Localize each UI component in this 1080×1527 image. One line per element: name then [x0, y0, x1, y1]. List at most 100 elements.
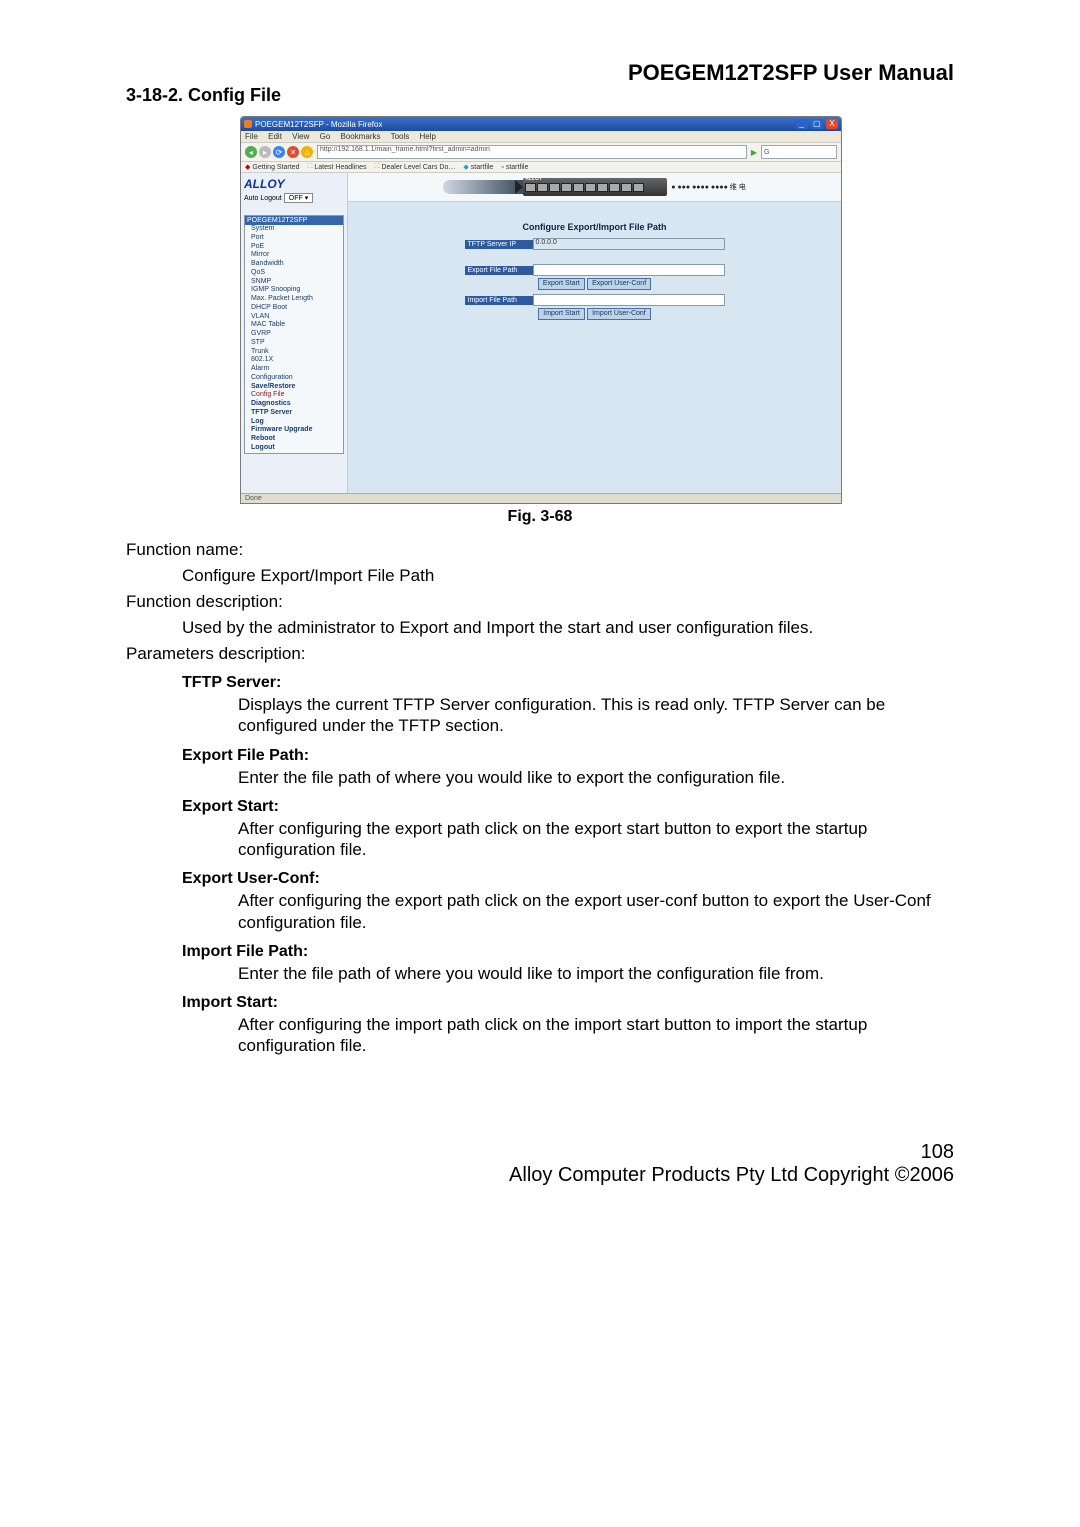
search-box[interactable]: G: [761, 145, 837, 159]
figure-caption: Fig. 3-68: [126, 508, 954, 526]
manual-page: POEGEM12T2SFP User Manual 3-18-2. Config…: [0, 0, 1080, 1527]
nav-max-packet[interactable]: Max. Packet Length: [245, 295, 343, 304]
param-export-start-desc: After configuring the export path click …: [238, 818, 954, 861]
function-name-label: Function name:: [126, 540, 954, 560]
nav-alarm[interactable]: Alarm: [245, 365, 343, 374]
nav-reboot[interactable]: Reboot: [245, 435, 343, 444]
import-start-button[interactable]: Import Start: [538, 308, 585, 320]
import-user-conf-button[interactable]: Import User-Conf: [587, 308, 651, 320]
function-desc-value: Used by the administrator to Export and …: [182, 618, 954, 638]
nav-trunk[interactable]: Trunk: [245, 348, 343, 357]
go-icon[interactable]: ▶: [751, 148, 757, 157]
menu-bar: File Edit View Go Bookmarks Tools Help: [241, 131, 841, 142]
bookmark-startfile-1[interactable]: ◆startfile: [463, 163, 493, 171]
nav-log[interactable]: Log: [245, 418, 343, 427]
nav-stp[interactable]: STP: [245, 339, 343, 348]
nav-config-file[interactable]: Config File: [245, 391, 343, 400]
nav-system[interactable]: System: [245, 225, 343, 234]
param-tftp-desc: Displays the current TFTP Server configu…: [238, 694, 954, 737]
param-export-path-label: Export File Path:: [182, 747, 954, 765]
section-title: 3-18-2. Config File: [126, 85, 954, 106]
import-path-input[interactable]: [533, 294, 725, 306]
nav-poe[interactable]: PoE: [245, 243, 343, 252]
export-user-conf-button[interactable]: Export User-Conf: [587, 278, 651, 290]
window-titlebar: POEGEM12T2SFP - Mozilla Firefox _ ▢ X: [241, 117, 841, 131]
param-export-userconf-desc: After configuring the export path click …: [238, 890, 954, 933]
nav-qos[interactable]: QoS: [245, 269, 343, 278]
home-icon[interactable]: ⌂: [301, 146, 313, 158]
nav-vlan[interactable]: VLAN: [245, 313, 343, 322]
param-import-path-label: Import File Path:: [182, 943, 954, 961]
param-import-path-desc: Enter the file path of where you would l…: [238, 963, 954, 984]
bookmark-dealer-cars[interactable]: ⛶Dealer Level Cars Do…: [375, 163, 456, 171]
menu-help[interactable]: Help: [420, 132, 436, 141]
import-path-label: Import File Path: [465, 296, 533, 305]
firefox-icon: [244, 120, 252, 128]
nav-diagnostics[interactable]: Diagnostics: [245, 400, 343, 409]
forward-icon[interactable]: ▸: [259, 146, 271, 158]
copyright-line: Alloy Computer Products Pty Ltd Copyrigh…: [509, 1164, 954, 1187]
minimize-button[interactable]: _: [796, 119, 808, 129]
device-banner: ● ●●● ●●●● ●●●● 维 电: [348, 173, 841, 202]
nav-firmware-upgrade[interactable]: Firmware Upgrade: [245, 426, 343, 435]
nav-configuration[interactable]: Configuration: [245, 374, 343, 383]
switch-main: ● ●●● ●●●● ●●●● 维 电 Configure Export/Imp…: [348, 173, 841, 493]
nav-dhcp-boot[interactable]: DHCP Boot: [245, 304, 343, 313]
nav-tftp-server[interactable]: TFTP Server: [245, 409, 343, 418]
bookmark-getting-started[interactable]: ◆Getting Started: [245, 163, 299, 171]
menu-edit[interactable]: Edit: [268, 132, 282, 141]
tftp-field: TFTP Server IP 0.0.0.0: [465, 238, 725, 250]
nav-menu: POEGEM12T2SFP System Port PoE Mirror Ban…: [244, 215, 344, 454]
menu-view[interactable]: View: [292, 132, 309, 141]
tftp-label: TFTP Server IP: [465, 240, 533, 249]
export-path-input[interactable]: [533, 264, 725, 276]
export-start-button[interactable]: Export Start: [538, 278, 585, 290]
maximize-button[interactable]: ▢: [811, 119, 823, 129]
nav-snmp[interactable]: SNMP: [245, 278, 343, 287]
reload-icon[interactable]: ⟳: [273, 146, 285, 158]
param-tftp-label: TFTP Server:: [182, 674, 954, 692]
page-content: ALLOY Auto Logout OFF ▾ POEGEM12T2SFP Sy…: [241, 173, 841, 493]
nav-save-restore[interactable]: Save/Restore: [245, 383, 343, 392]
nav-mac-table[interactable]: MAC Table: [245, 321, 343, 330]
auto-logout-select[interactable]: OFF ▾: [284, 193, 313, 203]
nav-igmp[interactable]: IGMP Snooping: [245, 286, 343, 295]
param-import-start-desc: After configuring the import path click …: [238, 1014, 954, 1057]
bookmark-startfile-2[interactable]: ▫startfile: [501, 163, 528, 171]
alloy-logo: ALLOY: [244, 177, 344, 191]
back-icon[interactable]: ◂: [245, 146, 257, 158]
param-export-userconf-label: Export User-Conf:: [182, 870, 954, 888]
nav-toolbar: ◂ ▸ ⟳ ✕ ⌂ http://192.168.1.1/main_frame.…: [241, 142, 841, 162]
param-export-start-label: Export Start:: [182, 798, 954, 816]
function-desc-label: Function description:: [126, 592, 954, 612]
auto-logout-label: Auto Logout: [244, 195, 282, 202]
config-panel: Configure Export/Import File Path TFTP S…: [348, 202, 841, 493]
url-bar[interactable]: http://192.168.1.1/main_frame.html?first…: [317, 145, 747, 159]
params-label: Parameters description:: [126, 644, 954, 664]
export-path-field: Export File Path: [465, 264, 725, 276]
close-button[interactable]: X: [826, 119, 838, 129]
nav-8021x[interactable]: 802.1X: [245, 356, 343, 365]
nav-mirror[interactable]: Mirror: [245, 251, 343, 260]
page-footer: 108 Alloy Computer Products Pty Ltd Copy…: [509, 1141, 954, 1187]
menu-bookmarks[interactable]: Bookmarks: [341, 132, 381, 141]
menu-file[interactable]: File: [245, 132, 258, 141]
nav-gvrp[interactable]: GVRP: [245, 330, 343, 339]
function-name-value: Configure Export/Import File Path: [182, 566, 954, 586]
switch-sidebar: ALLOY Auto Logout OFF ▾ POEGEM12T2SFP Sy…: [241, 173, 348, 493]
bookmark-latest-headlines[interactable]: ⛶Latest Headlines: [307, 163, 366, 171]
stop-icon[interactable]: ✕: [287, 146, 299, 158]
status-bar: Done: [241, 493, 841, 503]
tftp-value: 0.0.0.0: [533, 238, 725, 250]
menu-go[interactable]: Go: [320, 132, 331, 141]
nav-logout[interactable]: Logout: [245, 444, 343, 453]
device-label: ● ●●● ●●●● ●●●● 维 电: [671, 182, 745, 192]
bookmarks-toolbar: ◆Getting Started ⛶Latest Headlines ⛶Deal…: [241, 162, 841, 173]
param-import-start-label: Import Start:: [182, 994, 954, 1012]
param-export-path-desc: Enter the file path of where you would l…: [238, 767, 954, 788]
nav-bandwidth[interactable]: Bandwidth: [245, 260, 343, 269]
figure-screenshot: POEGEM12T2SFP - Mozilla Firefox _ ▢ X Fi…: [240, 116, 840, 504]
nav-port[interactable]: Port: [245, 234, 343, 243]
menu-tools[interactable]: Tools: [391, 132, 410, 141]
page-number: 108: [509, 1141, 954, 1164]
